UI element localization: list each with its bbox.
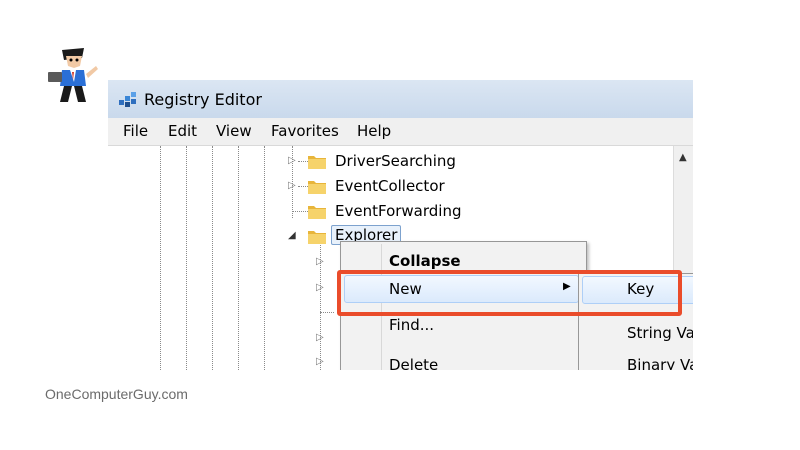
menu-help[interactable]: Help (357, 122, 391, 140)
window-title: Registry Editor (144, 90, 262, 109)
tree-item-eventforwarding[interactable]: EventForwarding (108, 200, 673, 222)
site-watermark: OneComputerGuy.com (45, 386, 188, 402)
scroll-up-arrow-icon[interactable]: ▲ (679, 152, 687, 163)
folder-icon (308, 181, 326, 194)
folder-open-icon (308, 231, 326, 244)
tree-item-label: DriverSearching (335, 152, 456, 170)
folder-icon (308, 206, 326, 219)
expand-icon[interactable]: ▷ (288, 180, 296, 191)
tree-item-label: EventCollector (335, 177, 445, 195)
menu-file[interactable]: File (123, 122, 148, 140)
registry-editor-icon (119, 92, 136, 107)
folder-icon (308, 156, 326, 169)
expand-icon[interactable]: ▷ (288, 155, 296, 166)
menu-item-collapse[interactable]: Collapse (389, 252, 461, 270)
menu-edit[interactable]: Edit (168, 122, 197, 140)
tree-connector (320, 312, 334, 313)
collapse-icon[interactable]: ◢ (288, 230, 296, 241)
tree-item-label: EventForwarding (335, 202, 462, 220)
menu-view[interactable]: View (216, 122, 252, 140)
menu-item-delete[interactable]: Delete (389, 356, 438, 370)
tree-item-eventcollector[interactable]: ▷ EventCollector (108, 175, 673, 197)
title-bar[interactable]: Registry Editor (108, 80, 693, 118)
menu-bar: File Edit View Favorites Help (108, 118, 693, 146)
expand-icon[interactable]: ▷ (316, 282, 324, 293)
tree-connector (292, 211, 308, 212)
menu-item-find[interactable]: Find... (389, 316, 434, 334)
expand-icon[interactable]: ▷ (316, 256, 324, 267)
highlight-annotation-box (337, 270, 682, 316)
submenu-item-string-value[interactable]: String Va (627, 324, 693, 342)
menu-favorites[interactable]: Favorites (271, 122, 339, 140)
expand-icon[interactable]: ▷ (316, 356, 324, 367)
tree-item-driversearching[interactable]: ▷ DriverSearching (108, 150, 673, 172)
computer-guy-mascot-icon (48, 48, 98, 102)
registry-editor-window: Registry Editor File Edit View Favorites… (108, 80, 693, 370)
submenu-item-binary-value[interactable]: Binary Va (627, 356, 693, 370)
expand-icon[interactable]: ▷ (316, 332, 324, 343)
